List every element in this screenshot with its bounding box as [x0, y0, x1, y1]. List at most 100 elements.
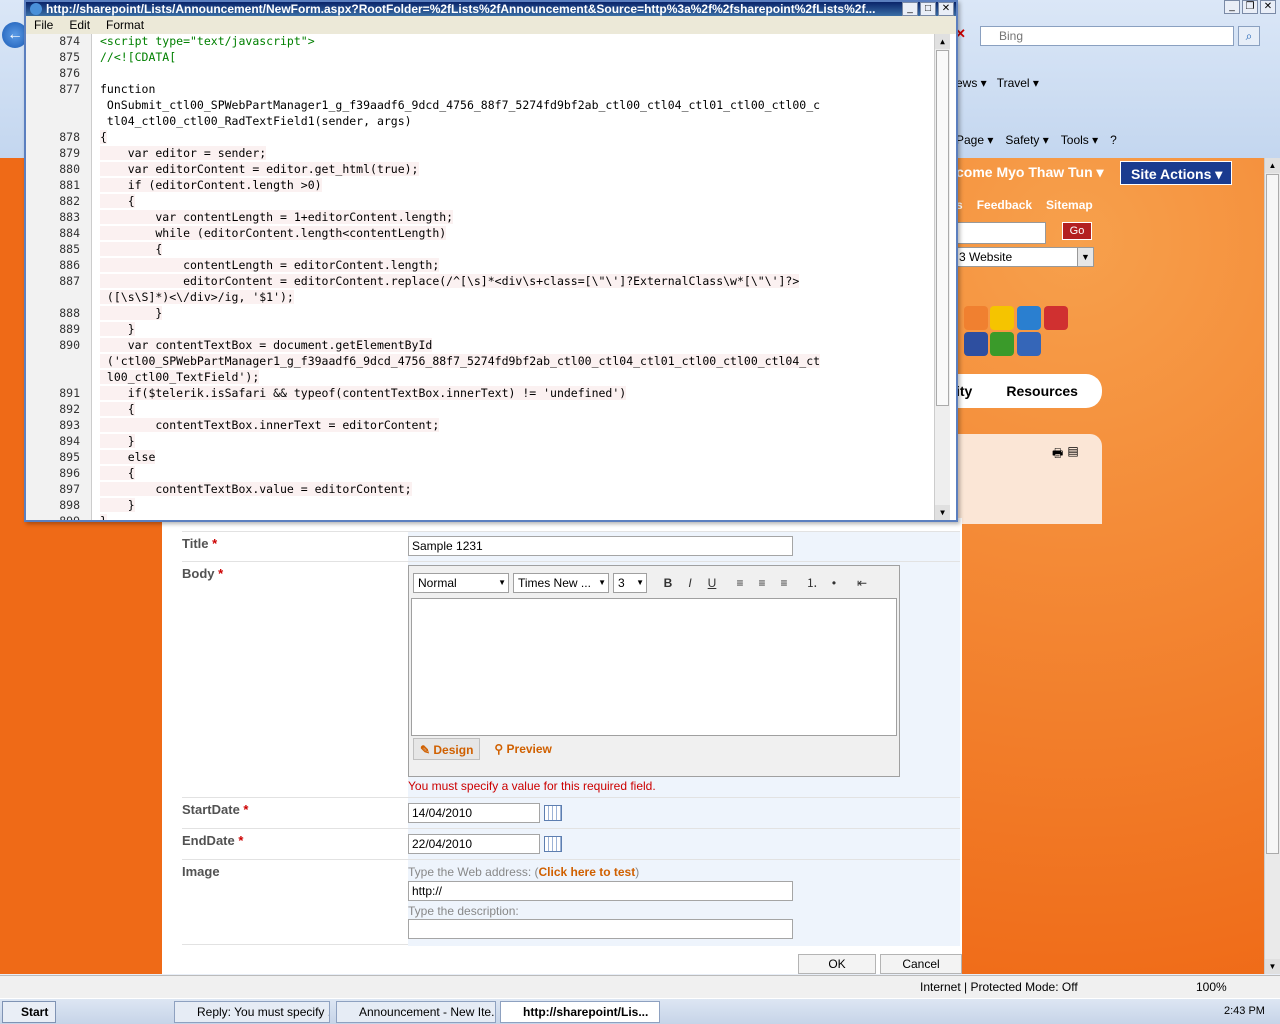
bookmark-icon[interactable]: ▤ [1067, 444, 1078, 465]
bulleted-list-icon[interactable]: • [825, 574, 843, 592]
enddate-row: EndDate * [182, 828, 960, 860]
app-tile-icon[interactable] [1044, 306, 1068, 330]
search-button[interactable]: ⌕ [1238, 26, 1260, 46]
nav-item[interactable]: ity [956, 383, 972, 399]
body-label: Body * [182, 566, 224, 581]
taskbar-item[interactable]: Reply: You must specify ... [174, 1001, 330, 1023]
help-icon[interactable]: ? [1110, 133, 1117, 147]
zoom-level[interactable]: 100% [1196, 980, 1227, 994]
drop-icon[interactable] [1017, 306, 1041, 330]
italic-icon[interactable]: I [681, 574, 699, 592]
security-zone[interactable]: Internet | Protected Mode: Off [920, 980, 1078, 994]
scroll-up-icon[interactable]: ▲ [1265, 158, 1280, 173]
scroll-down-icon[interactable]: ▼ [1265, 959, 1280, 974]
test-link[interactable]: Click here to test [539, 865, 636, 879]
editor-content-area[interactable] [411, 598, 897, 736]
sitemap-link[interactable]: Sitemap [1046, 198, 1093, 212]
scroll-thumb[interactable] [1266, 174, 1279, 854]
favorites-item[interactable]: ews ▾ [956, 76, 987, 90]
go-button[interactable]: Go [1062, 222, 1092, 240]
command-bar: Page ▾ Safety ▾ Tools ▾ ? [956, 133, 1117, 147]
source-scrollbar[interactable]: ▲ ▼ [934, 34, 950, 520]
code-line: contentTextBox.innerText = editorContent… [100, 418, 440, 432]
align-left-icon[interactable]: ≡ [731, 574, 749, 592]
scroll-up-icon[interactable]: ▲ [935, 34, 950, 49]
app-tile-icon[interactable] [990, 306, 1014, 330]
feedback-link[interactable]: Feedback [977, 198, 1032, 212]
close-button[interactable]: ✕ [1260, 0, 1276, 14]
page-scrollbar[interactable]: ▲ ▼ [1264, 158, 1280, 974]
page-tools: 🖶 ▤ [1052, 444, 1079, 465]
menu-format[interactable]: Format [106, 16, 144, 34]
title-input[interactable]: Sample 1231 [408, 536, 793, 556]
taskbar-item[interactable]: Announcement - New Ite... [336, 1001, 496, 1023]
line-number: 884 [59, 226, 80, 240]
robot-icon[interactable] [964, 332, 988, 356]
planet-icon[interactable] [1017, 332, 1041, 356]
cancel-button[interactable]: Cancel [880, 954, 962, 974]
scroll-down-icon[interactable]: ▼ [935, 505, 950, 520]
minimize-button[interactable]: _ [902, 2, 918, 16]
menu-edit[interactable]: Edit [69, 16, 90, 34]
underline-icon[interactable]: U [703, 574, 721, 592]
calendar-icon[interactable] [544, 836, 562, 852]
line-number: 880 [59, 162, 80, 176]
nav-item-resources[interactable]: Resources [1006, 383, 1078, 399]
calendar-icon[interactable] [544, 805, 562, 821]
maximize-button[interactable]: □ [920, 2, 936, 16]
favorites-item-travel[interactable]: Travel ▾ [997, 76, 1039, 90]
line-number: 893 [59, 418, 80, 432]
source-menu-bar: File Edit Format [26, 16, 956, 34]
line-number: 897 [59, 482, 80, 496]
startdate-label: StartDate * [182, 802, 249, 817]
code-line: { [100, 130, 107, 144]
ok-button[interactable]: OK [798, 954, 876, 974]
magnifier-icon: ⚲ [494, 742, 507, 756]
top-links: s Feedback Sitemap [956, 198, 1093, 212]
align-center-icon[interactable]: ≡ [753, 574, 771, 592]
taskbar-item-active[interactable]: http://sharepoint/Lis... [500, 1001, 660, 1023]
startdate-input[interactable]: 14/04/2010 [408, 803, 540, 823]
image-url-input[interactable]: http:// [408, 881, 793, 901]
search-scope-select[interactable]: 3 Website ▼ [956, 247, 1094, 267]
status-bar: Internet | Protected Mode: Off 100% [0, 975, 1280, 998]
code-line: contentTextBox.value = editorContent; [100, 482, 412, 496]
code-line: } [100, 514, 107, 520]
numbered-list-icon[interactable]: ⒈ [803, 574, 821, 592]
source-code-view[interactable]: 874 875 876 877 878 879 880 881 882 883 884 885 886 8… [26, 34, 956, 520]
tools-menu[interactable]: Tools ▾ [1061, 133, 1098, 147]
start-button[interactable]: Start [2, 1001, 56, 1023]
font-size-select[interactable]: 3 ▼ [613, 573, 647, 593]
design-tab[interactable]: ✎ Design [413, 738, 481, 760]
line-number: 876 [59, 66, 80, 80]
outdent-icon[interactable]: ⇤ [853, 574, 871, 592]
safety-menu[interactable]: Safety ▾ [1005, 133, 1048, 147]
page-menu[interactable]: Page ▾ [956, 133, 993, 147]
scroll-thumb[interactable] [936, 50, 949, 406]
welcome-menu[interactable]: come Myo Thaw Tun ▾ [956, 164, 1104, 181]
image-description-input[interactable] [408, 919, 793, 939]
code-line: } [100, 498, 135, 512]
align-right-icon[interactable]: ≡ [775, 574, 793, 592]
restore-button[interactable]: ❐ [1242, 0, 1258, 14]
search-input[interactable] [980, 26, 1234, 46]
font-name-select[interactable]: Times New ... ▼ [513, 573, 609, 593]
close-button[interactable]: ✕ [938, 2, 954, 16]
scope-value: 3 Website [959, 250, 1013, 264]
bold-icon[interactable]: B [659, 574, 677, 592]
enddate-input[interactable]: 22/04/2010 [408, 834, 540, 854]
line-number: 888 [59, 306, 80, 320]
app-tile-icon[interactable] [964, 306, 988, 330]
print-icon[interactable]: 🖶 [1052, 444, 1063, 465]
minimize-button[interactable]: _ [1224, 0, 1240, 14]
site-actions-button[interactable]: Site Actions ▾ [1120, 161, 1232, 185]
preview-tab[interactable]: ⚲ Preview [488, 738, 558, 760]
startdate-row: StartDate * [182, 797, 960, 829]
leaf-icon[interactable] [990, 332, 1014, 356]
chevron-down-icon: ▼ [1077, 248, 1093, 266]
paragraph-style-select[interactable]: Normal ▼ [413, 573, 509, 593]
menu-file[interactable]: File [34, 16, 53, 34]
code-line: var editor = sender; [100, 146, 267, 160]
line-number: 896 [59, 466, 80, 480]
site-search-input[interactable] [956, 222, 1046, 244]
